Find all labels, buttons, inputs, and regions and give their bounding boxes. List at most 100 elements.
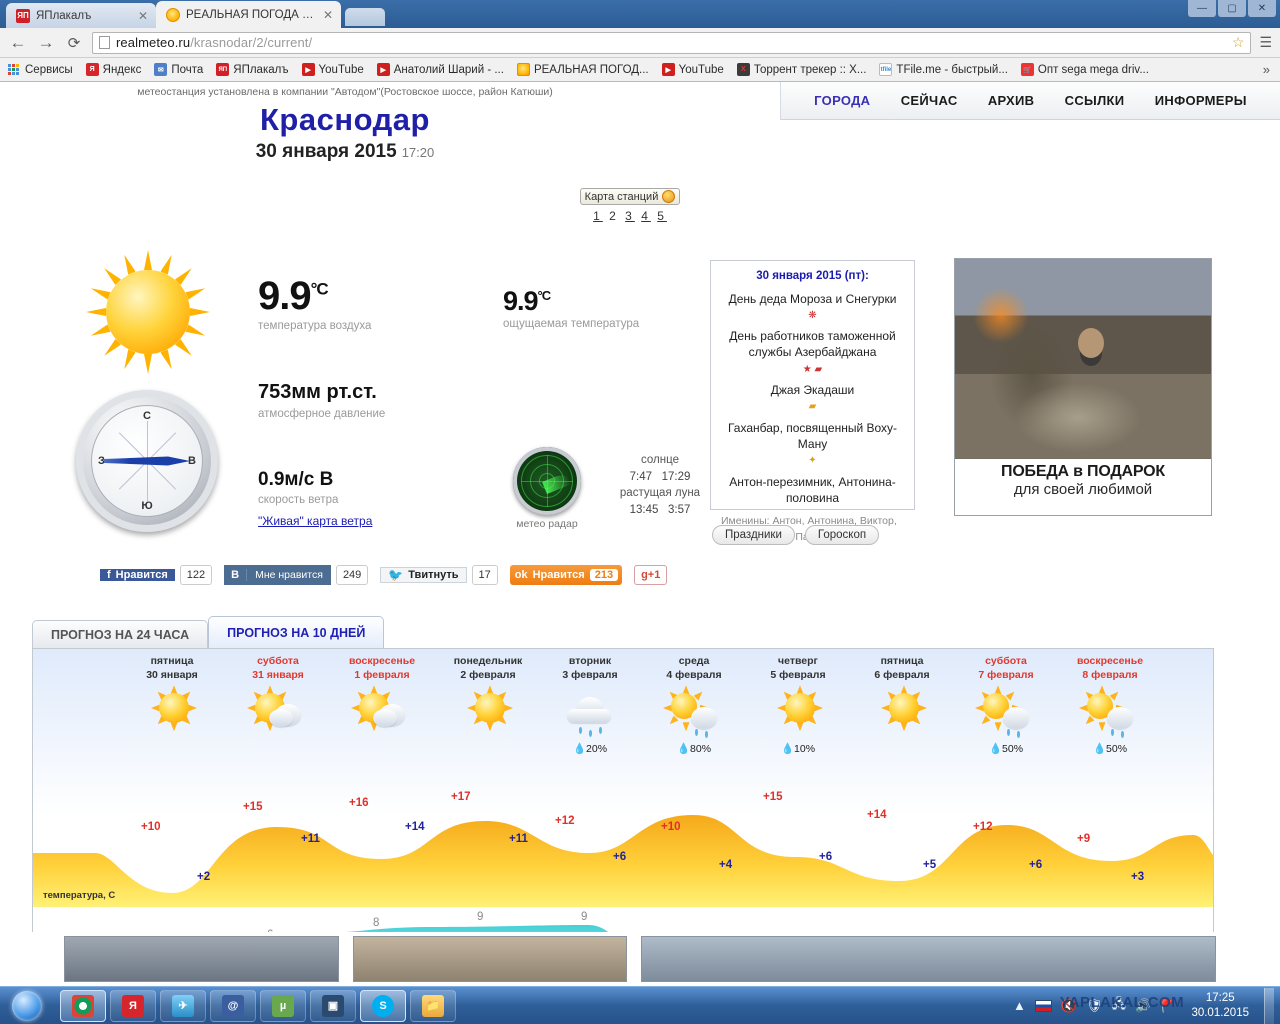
forecast-day[interactable]: воскресенье 8 февраля 💧50% (1057, 655, 1163, 755)
nav-item-archive[interactable]: АРХИВ (988, 93, 1034, 108)
bookmark-yandex[interactable]: Я Яндекс (86, 63, 142, 76)
browser-tab-realmeteo[interactable]: РЕАЛЬНАЯ ПОГОДА в Кр ✕ (156, 1, 341, 28)
holidays-button[interactable]: Праздники (712, 525, 795, 545)
facebook-like-button[interactable]: fНравится 122 (100, 565, 212, 585)
maximize-button[interactable]: ▢ (1218, 0, 1246, 17)
nav-item-links[interactable]: ССЫЛКИ (1065, 93, 1125, 108)
show-desktop-button[interactable] (1264, 988, 1274, 1024)
forecast-day[interactable]: понедельник 2 февраля (435, 655, 541, 742)
meteo-radar-block[interactable]: метео радар (513, 447, 581, 530)
bookmarks-overflow-icon[interactable]: » (1263, 62, 1272, 77)
bookmark-realmeteo[interactable]: РЕАЛЬНАЯ ПОГОД... (517, 63, 649, 76)
start-button[interactable] (0, 988, 54, 1024)
bookmark-shariy[interactable]: ▶ Анатолий Шарий - ... (377, 63, 504, 76)
air-temperature-block: 9.9°C температура воздуха (258, 274, 371, 332)
bookmark-youtube-2[interactable]: ▶ YouTube (662, 63, 724, 76)
pager-5[interactable]: 5 (657, 209, 667, 223)
yaplakal-icon: ЯП (16, 9, 30, 23)
pager-4[interactable]: 4 (641, 209, 651, 223)
menu-icon[interactable]: ☰ (1259, 34, 1272, 51)
language-flag-icon[interactable] (1035, 1000, 1052, 1012)
address-bar[interactable]: realmeteo.ru/krasnodar/2/current/ ☆ (92, 32, 1251, 54)
moonrise-time: 13:45 (630, 504, 659, 516)
station-map-label: Карта станций (585, 191, 659, 203)
tray-expand-icon[interactable]: ▲ (1013, 998, 1026, 1013)
pager-1[interactable]: 1 (593, 209, 603, 223)
taskbar-player[interactable]: ▣ (310, 990, 356, 1022)
day-date: 1 февраля (329, 669, 435, 683)
pager-3[interactable]: 3 (625, 209, 635, 223)
nav-item-informers[interactable]: ИНФОРМЕРЫ (1155, 93, 1247, 108)
pager-2[interactable]: 2 (609, 209, 619, 223)
bookmark-yaplakal[interactable]: ЯП ЯПлакалъ (216, 63, 288, 76)
partly-cloudy-icon (329, 685, 435, 741)
live-wind-map-link[interactable]: "Живая" карта ветра (258, 514, 372, 528)
moonset-time: 3:57 (668, 504, 690, 516)
taskbar-explorer[interactable]: 📁 (410, 990, 456, 1022)
bookmark-mail[interactable]: ✉ Почта (154, 63, 203, 76)
forward-icon[interactable]: → (36, 33, 56, 53)
advertisement-banner[interactable]: ПОБЕДА в ПОДАРОК для своей любимой (954, 258, 1212, 516)
tab-10-days[interactable]: ПРОГНОЗ НА 10 ДНЕЙ (208, 616, 384, 648)
taskbar-clock[interactable]: 17:25 30.01.2015 (1185, 991, 1255, 1020)
vk-like-button[interactable]: ВМне нравится 249 (224, 565, 368, 585)
forecast-day[interactable]: суббота 31 января (225, 655, 331, 742)
browser-tab-yaplakal[interactable]: ЯП ЯПлакалъ ✕ (6, 3, 156, 28)
taskbar-skype[interactable]: S (360, 990, 406, 1022)
close-icon[interactable]: ✕ (323, 8, 333, 22)
forecast-day[interactable]: вторник 3 февраля 💧20% (537, 655, 643, 755)
monitor-icon: ▣ (322, 995, 344, 1017)
thumbnail-item[interactable] (64, 936, 339, 982)
vk-icon: В (224, 569, 247, 581)
thumbnail-item[interactable] (353, 936, 628, 982)
bookmark-youtube-1[interactable]: ▶ YouTube (302, 63, 364, 76)
taskbar-chrome[interactable] (60, 990, 106, 1022)
google-plus-button[interactable]: g+1 (634, 565, 667, 585)
nav-item-cities[interactable]: ГОРОДА (814, 93, 870, 108)
forecast-day[interactable]: суббота 7 февраля 💧50% (953, 655, 1059, 755)
odnoklassniki-like-button[interactable]: okНравится213 (510, 565, 622, 585)
back-icon[interactable]: ← (8, 33, 28, 53)
new-tab-button[interactable] (345, 8, 385, 26)
bookmark-torrent[interactable]: X Торрент трекер :: X... (737, 63, 867, 76)
station-map-button[interactable]: Карта станций (580, 188, 681, 205)
forecast-day[interactable]: воскресенье 1 февраля (329, 655, 435, 742)
water-drop-icon: 💧 (573, 743, 586, 755)
temp-high-value: +14 (867, 809, 887, 821)
horoscope-button[interactable]: Гороскоп (805, 525, 879, 545)
bookmark-tfile[interactable]: tfile TFile.me - быстрый... (879, 63, 1008, 76)
bookmark-sega[interactable]: 🛒 Опт sega mega driv... (1021, 63, 1149, 76)
air-temperature-label: температура воздуха (258, 320, 371, 332)
tab-strip: ЯП ЯПлакалъ ✕ РЕАЛЬНАЯ ПОГОДА в Кр ✕ — ▢… (0, 0, 1280, 28)
bookmark-star-icon[interactable]: ☆ (1232, 34, 1245, 51)
twitter-share-button[interactable]: 🐦Твитнуть 17 (380, 565, 497, 585)
compass-south-label: Ю (141, 500, 152, 512)
thumbnail-item[interactable] (641, 936, 1216, 982)
tab-24-hours[interactable]: ПРОГНОЗ НА 24 ЧАСА (32, 620, 208, 648)
forecast-day[interactable]: пятница 30 января (119, 655, 225, 742)
reload-icon[interactable]: ⟳ (64, 34, 84, 52)
close-icon[interactable]: ✕ (138, 9, 148, 23)
taskbar-mail-agent[interactable]: @ (210, 990, 256, 1022)
temp-low-value: +4 (719, 859, 732, 871)
taskbar-messenger[interactable]: ✈ (160, 990, 206, 1022)
precip-value: 10% (794, 743, 815, 755)
nav-item-now[interactable]: СЕЙЧАС (901, 93, 958, 108)
forecast-day[interactable]: среда 4 февраля 💧80% (641, 655, 747, 755)
day-weekday: пятница (119, 655, 225, 669)
taskbar-yandex-browser[interactable]: Я (110, 990, 156, 1022)
pressure-label: атмосферное давление (258, 408, 385, 420)
close-window-button[interactable]: ✕ (1248, 0, 1276, 17)
forecast-tabs: ПРОГНОЗ НА 24 ЧАСА ПРОГНОЗ НА 10 ДНЕЙ (32, 616, 1214, 648)
site-nav: ГОРОДА СЕЙЧАС АРХИВ ССЫЛКИ ИНФОРМЕРЫ (780, 82, 1280, 120)
station-pager[interactable]: 1 2 3 4 5 (565, 209, 695, 223)
bookmark-services[interactable]: Сервисы (8, 64, 73, 76)
ad-caption-line2: для своей любимой (955, 481, 1211, 498)
forecast-day[interactable]: четверг 5 февраля 💧10% (745, 655, 851, 755)
forecast-day[interactable]: пятница 6 февраля (849, 655, 955, 742)
taskbar-utorrent[interactable]: µ (260, 990, 306, 1022)
twitter-icon: 🐦 (388, 568, 403, 582)
minimize-button[interactable]: — (1188, 0, 1216, 17)
bookmark-label: Яндекс (103, 64, 142, 76)
bookmark-label: Почта (171, 64, 203, 76)
